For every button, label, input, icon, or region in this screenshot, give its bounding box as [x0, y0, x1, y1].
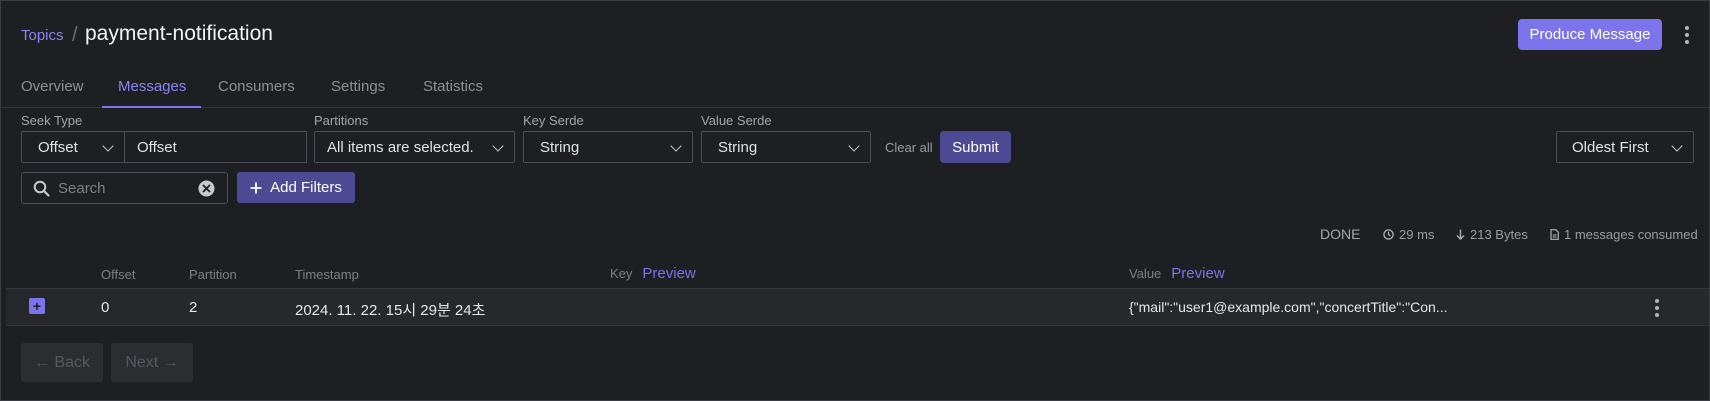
search-field[interactable] — [21, 172, 228, 204]
column-header-timestamp: Timestamp — [295, 267, 359, 282]
value-serde-value: String — [718, 138, 758, 156]
elapsed-time: 29 ms — [1383, 227, 1434, 242]
seek-type-select[interactable]: Offset — [21, 131, 125, 163]
chevron-down-icon — [492, 140, 504, 152]
cell-value: {"mail":"user1@example.com","concertTitl… — [1129, 299, 1448, 315]
produce-message-button[interactable]: Produce Message — [1518, 19, 1662, 50]
clock-icon — [1383, 229, 1394, 240]
key-serde-select[interactable]: String — [523, 131, 693, 163]
document-icon — [1550, 229, 1559, 240]
column-header-partition: Partition — [189, 267, 237, 282]
seek-type-label: Seek Type — [21, 113, 83, 128]
offset-input-value: Offset — [137, 138, 177, 156]
add-filters-button[interactable]: Add Filters — [237, 172, 355, 203]
tab-statistics[interactable]: Statistics — [423, 78, 483, 95]
cell-timestamp: 2024. 11. 22. 15시 29분 24초 — [295, 302, 486, 319]
row-actions-icon[interactable] — [1650, 297, 1664, 319]
next-button[interactable]: Next → — [111, 343, 193, 382]
plus-icon — [250, 182, 262, 194]
tab-consumers[interactable]: Consumers — [218, 78, 295, 95]
message-size-value: 213 Bytes — [1470, 227, 1528, 242]
tab-overview[interactable]: Overview — [21, 78, 84, 95]
column-header-key: Key Preview — [610, 265, 696, 282]
breadcrumb-separator: / — [72, 24, 78, 46]
search-input[interactable] — [58, 179, 188, 197]
value-serde-select[interactable]: String — [701, 131, 871, 163]
sort-order-select[interactable]: Oldest First — [1556, 131, 1694, 163]
partitions-select[interactable]: All items are selected. — [314, 131, 515, 163]
search-icon — [33, 180, 50, 197]
column-header-offset: Offset — [101, 267, 136, 282]
cell-partition: 2 — [189, 299, 198, 316]
sort-order-value: Oldest First — [1572, 138, 1649, 156]
submit-button[interactable]: Submit — [940, 131, 1011, 163]
breadcrumb-topics-link[interactable]: Topics — [21, 27, 64, 44]
chevron-down-icon — [670, 140, 682, 152]
clear-search-icon[interactable] — [198, 180, 215, 197]
offset-input[interactable]: Offset — [124, 131, 307, 163]
key-serde-value: String — [540, 138, 580, 156]
partitions-value: All items are selected. — [327, 138, 474, 156]
page-title: payment-notification — [85, 22, 273, 45]
messages-consumed: 1 messages consumed — [1550, 227, 1698, 242]
partitions-label: Partitions — [314, 113, 369, 128]
tab-settings[interactable]: Settings — [331, 78, 385, 95]
key-preview-button[interactable]: Preview — [642, 265, 695, 282]
value-header-label: Value — [1129, 266, 1162, 281]
back-button[interactable]: ← Back — [21, 343, 103, 382]
tab-messages[interactable]: Messages — [118, 78, 186, 95]
add-filters-label: Add Filters — [270, 179, 342, 196]
value-preview-button[interactable]: Preview — [1171, 265, 1224, 282]
key-header-label: Key — [610, 266, 633, 281]
status-badge: DONE — [1320, 226, 1361, 242]
messages-consumed-value: 1 messages consumed — [1564, 227, 1698, 242]
key-serde-label: Key Serde — [523, 113, 584, 128]
active-tab-indicator — [102, 106, 201, 108]
expand-row-icon[interactable]: + — [29, 298, 45, 314]
more-options-icon[interactable] — [1680, 24, 1694, 46]
chevron-down-icon — [102, 140, 114, 152]
column-header-value: Value Preview — [1129, 265, 1225, 282]
chevron-down-icon — [1671, 140, 1683, 152]
value-serde-label: Value Serde — [701, 113, 772, 128]
tab-bar: Overview Messages Consumers Settings Sta… — [1, 71, 1709, 108]
message-size: 213 Bytes — [1456, 227, 1528, 242]
chevron-down-icon — [848, 140, 860, 152]
arrow-down-icon — [1456, 229, 1465, 240]
table-row[interactable] — [6, 288, 1709, 326]
seek-type-value: Offset — [38, 138, 78, 156]
cell-offset: 0 — [101, 299, 110, 316]
elapsed-time-value: 29 ms — [1399, 227, 1435, 242]
clear-all-button[interactable]: Clear all — [885, 140, 933, 155]
